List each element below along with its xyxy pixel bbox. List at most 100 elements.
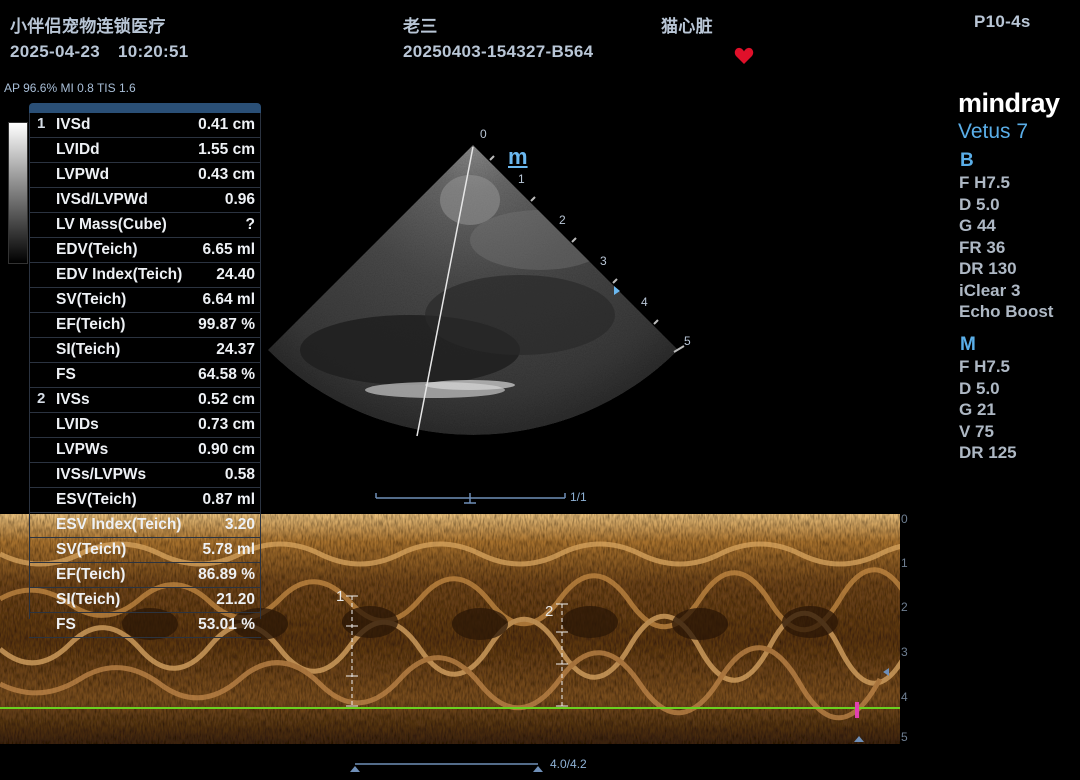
- system-model: Vetus 7: [958, 120, 1029, 143]
- measurement-row: SV(Teich) 6.64 ml: [29, 288, 261, 313]
- measurement-label: FS: [56, 366, 76, 383]
- measurement-group: 1: [37, 115, 46, 132]
- measurement-label: LVIDs: [56, 416, 99, 433]
- measurement-row: LV Mass(Cube)?: [29, 213, 261, 238]
- measurement-value: 0.96: [224, 191, 255, 208]
- measurement-value: 64.58 %: [198, 366, 255, 383]
- m-params-item: F H7.5: [959, 357, 1011, 376]
- measurement-value: 0.43 cm: [198, 166, 255, 183]
- b-mode-label: B: [960, 150, 974, 171]
- m-params-item: G 21: [959, 400, 996, 419]
- measurement-label: ESV(Teich): [56, 491, 137, 508]
- measurement-value: 86.89 %: [198, 566, 255, 583]
- measurement-row: FS 64.58 %: [29, 363, 261, 388]
- measurement-label: IVSd: [56, 116, 91, 133]
- b-params-item: FR 36: [959, 237, 1006, 257]
- frame-counter: 1/1: [570, 490, 587, 504]
- mmode-depth-4: 4: [901, 690, 908, 704]
- measurement-label: EF(Teich): [56, 316, 126, 333]
- measurement-label: LVPWs: [56, 441, 109, 458]
- measurement-row: EF(Teich) 86.89 %: [29, 563, 261, 588]
- measurement-value: 21.20: [216, 591, 255, 608]
- measurement-label: IVSd/LVPWd: [56, 191, 148, 208]
- measurement-label: LVPWd: [56, 166, 110, 183]
- b-params-item: Echo Boost: [959, 302, 1054, 321]
- measurement-value: 1.55 cm: [198, 141, 255, 158]
- measurement-value: 0.90 cm: [198, 441, 255, 458]
- measurement-table-border: [260, 113, 261, 619]
- mmode-depth-1: 1: [901, 556, 908, 570]
- measurement-row: 1 IVSd 0.41 cm: [29, 113, 261, 138]
- measurement-label: ESV Index(Teich): [56, 516, 182, 533]
- measurement-value: 6.64 ml: [202, 291, 255, 308]
- measurement-value: 6.65 ml: [202, 241, 255, 258]
- measurement-label: SV(Teich): [56, 291, 127, 308]
- measurement-row: EDV Index(Teich) 24.40: [29, 263, 261, 288]
- measurement-value: 99.87 %: [198, 316, 255, 333]
- m-params-item: DR 125: [959, 443, 1017, 462]
- measurement-label: EDV Index(Teich): [56, 266, 183, 283]
- measurement-row: LVIDd 1.55 cm: [29, 138, 261, 163]
- measurement-row: IVSd/LVPWd 0.96: [29, 188, 261, 213]
- mmode-depth-5: 5: [901, 730, 908, 744]
- measurement-value: 0.87 ml: [202, 491, 255, 508]
- measurement-label: LVIDd: [56, 141, 100, 158]
- m-params-item: D 5.0: [959, 378, 1000, 398]
- measurement-row: ESV(Teich) 0.87 ml: [29, 488, 261, 513]
- measurement-value: ?: [245, 216, 255, 233]
- measurement-label: FS: [56, 616, 76, 633]
- measurement-group: 2: [37, 390, 46, 407]
- measurement-row: SI(Teich) 24.37: [29, 338, 261, 363]
- measurement-value: 0.52 cm: [198, 391, 255, 408]
- m-mode-label: M: [960, 334, 976, 355]
- measurement-value: 0.73 cm: [198, 416, 255, 433]
- time-scale-label: 4.0/4.2: [550, 757, 587, 771]
- measurement-row: ESV Index(Teich) 3.20: [29, 513, 261, 538]
- sector-depth-5: 5: [684, 334, 691, 348]
- measurement-row: FS 53.01 %: [29, 613, 261, 638]
- measurement-row: LVPWd 0.43 cm: [29, 163, 261, 188]
- measurement-row: SI(Teich) 21.20: [29, 588, 261, 613]
- sector-depth-1: 1: [518, 172, 525, 186]
- b-params-item: D 5.0: [959, 194, 1000, 214]
- measurement-label: LV Mass(Cube): [56, 216, 167, 233]
- sector-depth-3: 3: [600, 254, 607, 268]
- measurement-label: EF(Teich): [56, 566, 126, 583]
- sector-depth-2: 2: [559, 213, 566, 227]
- measurement-value: 24.37: [216, 341, 255, 358]
- mmode-depth-0: 0: [901, 512, 908, 526]
- measurement-value: 0.41 cm: [198, 116, 255, 133]
- measurement-label: IVSs: [56, 391, 90, 408]
- measurement-row: 2 IVSs 0.52 cm: [29, 388, 261, 413]
- measurement-value: 24.40: [216, 266, 255, 283]
- time-scale-bar: [350, 763, 543, 772]
- m-line-marker: m: [508, 144, 528, 169]
- measurement-label: SI(Teich): [56, 341, 121, 358]
- sector-depth-0: 0: [480, 127, 487, 141]
- measurement-row: LVPWs 0.90 cm: [29, 438, 261, 463]
- measurement-value: 5.78 ml: [202, 541, 255, 558]
- measurement-row: IVSs/LVPWs 0.58: [29, 463, 261, 488]
- measurement-label: IVSs/LVPWs: [56, 466, 147, 483]
- b-params-item: G 44: [959, 216, 996, 235]
- b-params-item: iClear 3: [959, 280, 1021, 300]
- caliper-1-label: 1: [336, 588, 345, 605]
- mmode-depth-2: 2: [901, 600, 908, 614]
- m-params-item: V 75: [959, 421, 994, 441]
- measurement-label: SI(Teich): [56, 591, 121, 608]
- brand-logo: mindray: [958, 88, 1060, 118]
- measurement-row: EF(Teich) 99.87 %: [29, 313, 261, 338]
- measurement-value: 0.58: [224, 466, 255, 483]
- measurement-table-header: [29, 103, 261, 113]
- measurement-value: 53.01 %: [198, 616, 255, 633]
- sector-depth-4: 4: [641, 295, 648, 309]
- measurement-value: 3.20: [224, 516, 255, 533]
- measurement-row: EDV(Teich) 6.65 ml: [29, 238, 261, 263]
- mmode-depth-3: 3: [901, 645, 908, 659]
- measurement-table: 1 IVSd 0.41 cm LVIDd 1.55 cm LVPWd 0.43 cm IVSd…: [29, 103, 261, 638]
- b-params-item: F H7.5: [959, 173, 1011, 192]
- measurement-row: SV(Teich) 5.78 ml: [29, 538, 261, 563]
- b-params-item: DR 130: [959, 259, 1017, 278]
- caliper-2-label: 2: [545, 603, 554, 620]
- measurement-label: EDV(Teich): [56, 241, 138, 258]
